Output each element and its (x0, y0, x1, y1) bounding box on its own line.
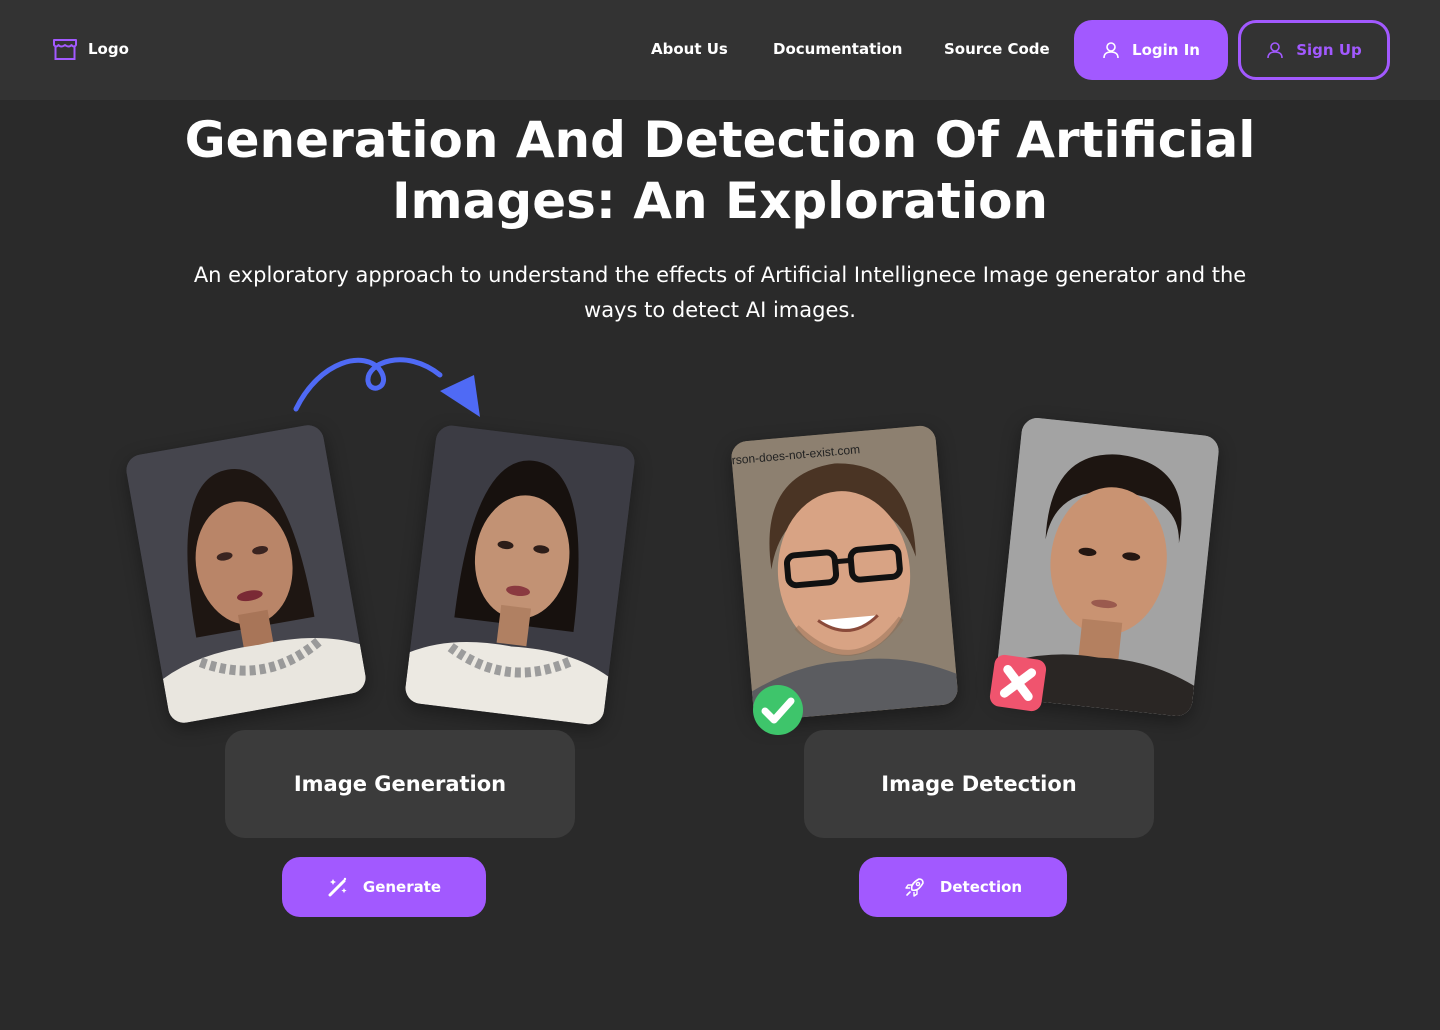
image-detection-title: Image Detection (881, 772, 1077, 796)
generate-button[interactable]: Generate (282, 857, 486, 917)
user-icon (1103, 42, 1119, 59)
magic-wand-icon (328, 877, 347, 897)
image-generation-card: Image Generation (225, 730, 575, 838)
page-subtitle: An exploratory approach to understand th… (193, 263, 1247, 322)
original-face-photo (123, 422, 369, 726)
user-icon (1267, 42, 1284, 59)
login-label: Login In (1132, 41, 1200, 59)
nav-about-us[interactable]: About Us (651, 40, 728, 58)
login-button[interactable]: Login In (1074, 20, 1228, 80)
rocket-icon (905, 878, 924, 897)
generate-label: Generate (362, 878, 442, 896)
signup-label: Sign Up (1296, 41, 1362, 59)
detection-label: Detection (939, 878, 1023, 896)
top-navbar: Logo About Us Documentation Source Code … (0, 0, 1440, 100)
page: Logo About Us Documentation Source Code … (0, 0, 1440, 1030)
logo[interactable]: Logo (52, 36, 129, 62)
logo-label: Logo (88, 40, 129, 58)
x-icon (989, 654, 1047, 712)
image-generation-title: Image Generation (293, 772, 507, 796)
generated-face-photo (403, 423, 637, 727)
check-icon (753, 685, 803, 735)
image-detection-card: Image Detection (804, 730, 1154, 838)
page-title: Generation And Detection Of Artificial I… (184, 111, 1256, 230)
store-icon (53, 39, 77, 60)
signup-button[interactable]: Sign Up (1238, 20, 1390, 80)
detection-button[interactable]: Detection (859, 857, 1067, 917)
real-face-photo: rson-does-not-exist.com (730, 424, 959, 722)
curved-arrow-icon (293, 357, 480, 417)
nav-source-code[interactable]: Source Code (944, 40, 1050, 58)
nav-documentation[interactable]: Documentation (773, 40, 902, 58)
